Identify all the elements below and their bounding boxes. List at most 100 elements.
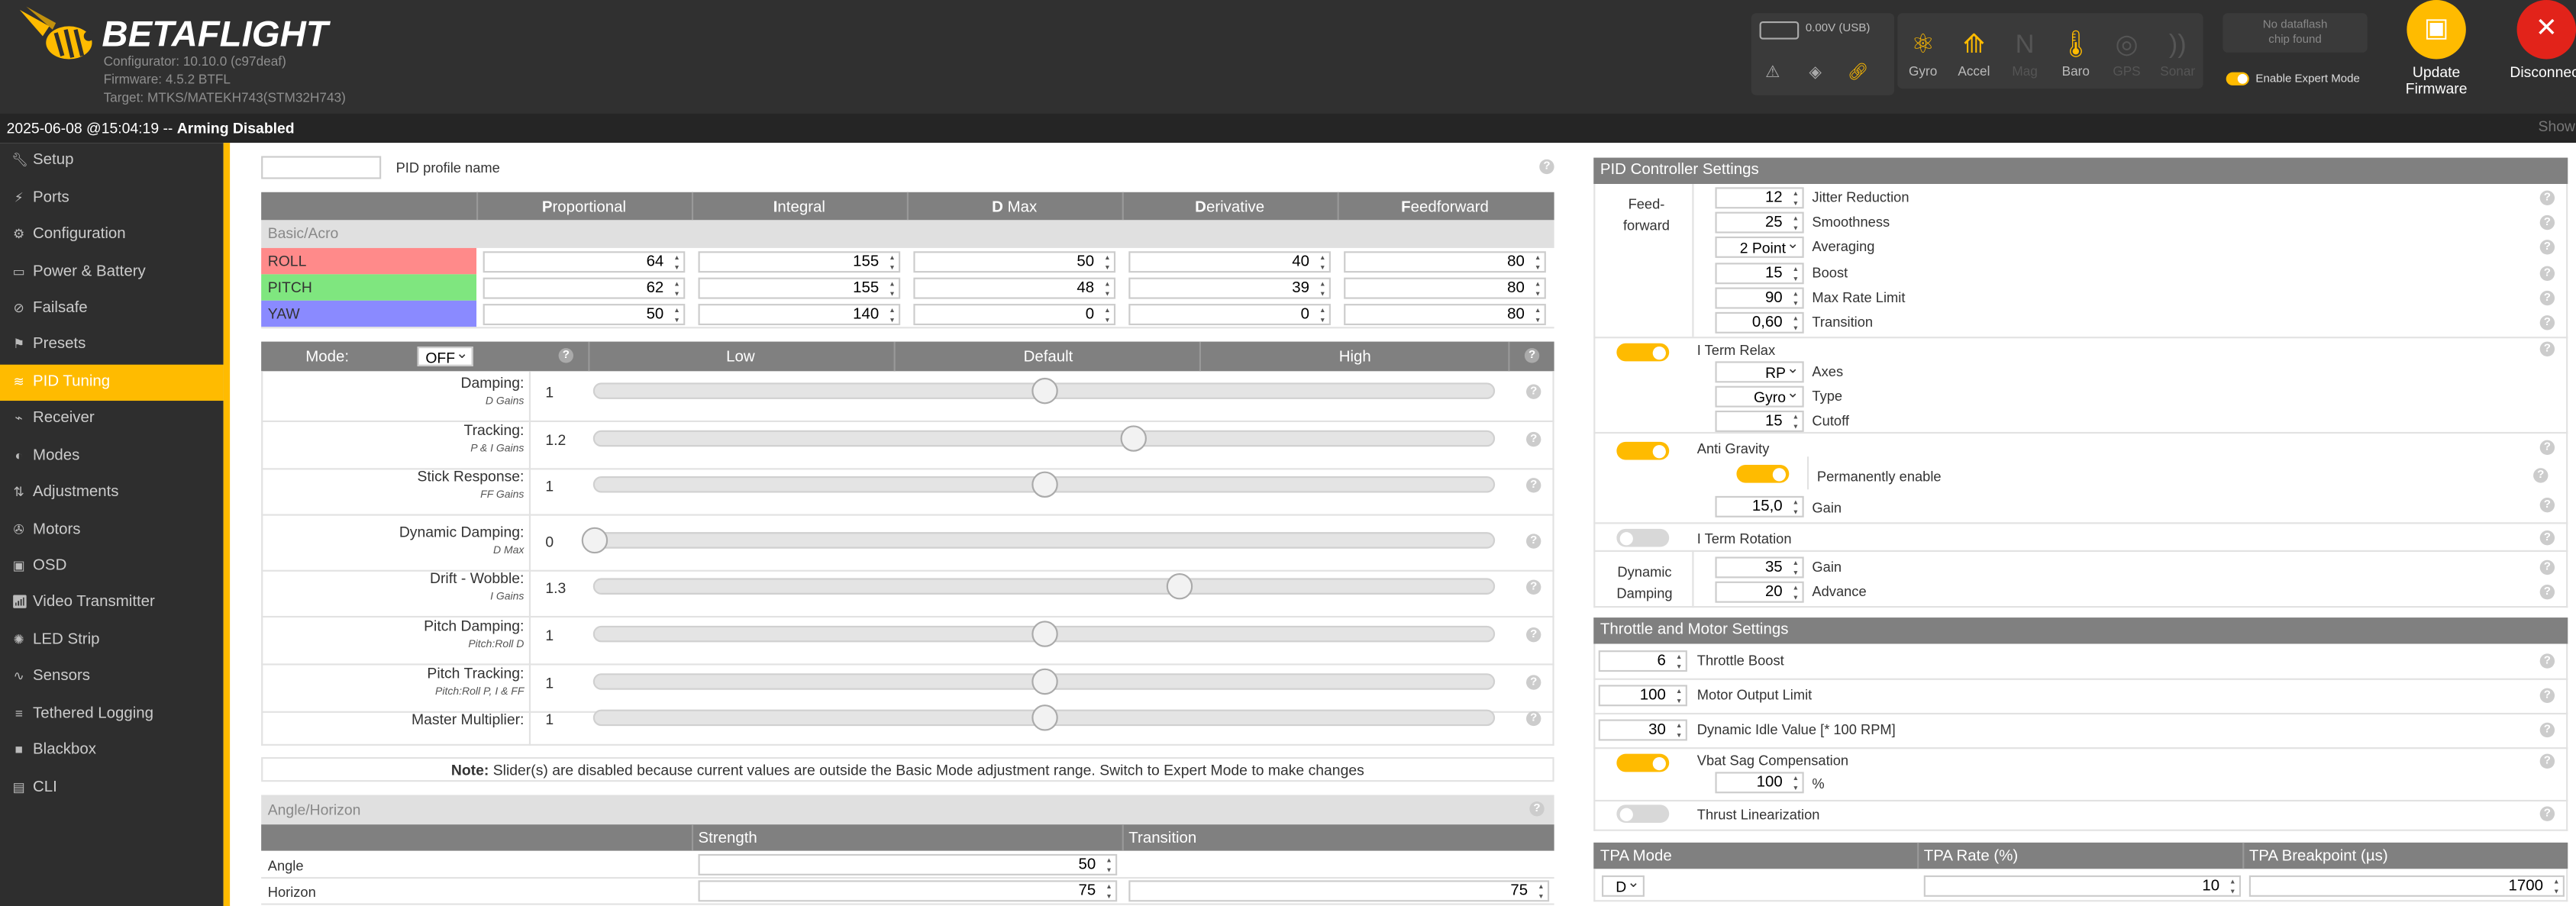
help-icon[interactable]: ? [1526, 478, 1541, 493]
slider-handle[interactable] [1031, 668, 1057, 695]
pid-input-pitch-0[interactable]: 62 [483, 277, 686, 299]
pid-input-yaw-4[interactable]: 80 [1344, 304, 1546, 326]
slider-track[interactable] [592, 621, 1496, 647]
slider-handle[interactable] [1031, 471, 1057, 498]
iterm-relax-toggle[interactable] [1616, 343, 1670, 362]
pid-input-pitch-1[interactable]: 155 [698, 277, 901, 299]
help-icon[interactable]: ? [2539, 265, 2555, 281]
slider-track[interactable] [592, 471, 1496, 498]
help-icon[interactable]: ? [2539, 806, 2555, 821]
slider-handle[interactable] [1031, 621, 1057, 647]
feedforward-max-rate-limit-input[interactable]: 90 [1715, 287, 1804, 309]
sidebar-item-led-strip[interactable]: ✺ LED Strip [0, 622, 224, 659]
sidebar-item-pid-tuning[interactable]: ≋ PID Tuning [0, 363, 224, 401]
tpa-breakpoint-input[interactable]: 1700 [2248, 875, 2565, 897]
disconnect-button[interactable]: ✕ Disconnect [2505, 0, 2576, 105]
permanently-enable-toggle[interactable] [1736, 464, 1790, 483]
angle-transition-input[interactable]: 75 [1128, 880, 1550, 902]
feedforward-averaging-input[interactable]: 2 Point [1715, 234, 1804, 259]
vbat-sag-toggle[interactable] [1616, 753, 1670, 772]
pid-input-roll-0[interactable]: 64 [483, 251, 686, 273]
sidebar-item-osd[interactable]: ▣ OSD [0, 548, 224, 585]
sidebar-item-presets[interactable]: ⚑ Presets [0, 327, 224, 364]
help-icon[interactable]: ? [2539, 497, 2555, 513]
sidebar-item-tethered-logging[interactable]: ≡ Tethered Logging [0, 695, 224, 732]
help-icon[interactable]: ? [1526, 534, 1541, 549]
sidebar-item-adjustments[interactable]: ⇅ Adjustments [0, 475, 224, 511]
mode-select[interactable]: OFF [417, 343, 473, 366]
pid-input-yaw-0[interactable]: 50 [483, 304, 686, 326]
sidebar-item-sensors[interactable]: ∿ Sensors [0, 659, 224, 695]
pid-profile-name-input[interactable] [261, 156, 382, 179]
slider-handle[interactable] [1031, 704, 1057, 731]
pid-input-yaw-1[interactable]: 140 [698, 304, 901, 326]
feedforward-jitter-reduction-input[interactable]: 12 [1715, 187, 1804, 209]
vbat-sag-input[interactable]: 100 [1715, 772, 1804, 794]
anti-gravity-toggle[interactable] [1616, 441, 1670, 460]
anti-gravity-gain-input[interactable]: 15,0 [1715, 495, 1804, 517]
sidebar-item-blackbox[interactable]: ■ Blackbox [0, 733, 224, 769]
sidebar-item-modes[interactable]: ◐ Modes [0, 437, 224, 474]
thrust-linearization-toggle[interactable] [1616, 804, 1670, 824]
expert-mode-toggle[interactable]: Enable Expert Mode [2226, 72, 2360, 85]
help-icon[interactable]: ? [2539, 530, 2555, 546]
slider-handle[interactable] [1031, 377, 1057, 405]
help-icon[interactable]: ? [2539, 440, 2555, 456]
slider-track[interactable] [592, 425, 1496, 452]
help-icon[interactable]: ? [2533, 468, 2549, 483]
tpa-mode-select[interactable]: D [1602, 872, 1645, 897]
help-icon[interactable]: ? [2539, 688, 2555, 703]
help-icon[interactable]: ? [1526, 431, 1541, 447]
update-firmware-button[interactable]: ▣ Update Firmware [2394, 0, 2479, 105]
expert-mode-switch[interactable] [2226, 72, 2249, 85]
help-icon[interactable]: ? [2539, 341, 2555, 356]
help-icon[interactable]: ? [1526, 711, 1541, 727]
help-icon[interactable]: ? [2539, 290, 2555, 305]
angle-strength-input[interactable]: 50 [698, 853, 1118, 875]
help-icon[interactable]: ? [1529, 801, 1545, 817]
slider-track[interactable] [592, 668, 1496, 695]
pid-input-roll-1[interactable]: 155 [698, 251, 901, 273]
help-icon[interactable]: ? [2539, 722, 2555, 738]
slider-track[interactable] [592, 704, 1496, 731]
sidebar-item-motors[interactable]: ✇ Motors [0, 511, 224, 548]
help-icon[interactable]: ? [2539, 315, 2555, 330]
help-icon[interactable]: ? [558, 348, 573, 363]
dynamic-damping-advance-input[interactable]: 20 [1715, 581, 1804, 603]
iterm-relax-axes-input[interactable]: RP [1715, 358, 1804, 383]
feedforward-transition-input[interactable]: 0,60 [1715, 311, 1804, 334]
pid-input-pitch-4[interactable]: 80 [1344, 277, 1546, 299]
slider-handle[interactable] [581, 527, 608, 554]
help-icon[interactable]: ? [2539, 585, 2555, 600]
help-icon[interactable]: ? [1539, 159, 1554, 175]
pid-input-yaw-3[interactable]: 0 [1128, 304, 1331, 326]
iterm-rotation-toggle[interactable] [1616, 528, 1670, 547]
pid-input-yaw-2[interactable]: 0 [913, 304, 1116, 326]
throttle-0-input[interactable]: 6 [1598, 650, 1687, 672]
help-icon[interactable]: ? [1526, 384, 1541, 399]
sidebar-item-configuration[interactable]: ⚙ Configuration [0, 217, 224, 253]
help-icon[interactable]: ? [1524, 348, 1540, 363]
slider-track[interactable] [592, 572, 1496, 600]
pid-input-roll-2[interactable]: 50 [913, 251, 1116, 273]
pid-input-roll-3[interactable]: 40 [1128, 251, 1331, 273]
help-icon[interactable]: ? [1526, 627, 1541, 643]
iterm-relax-type-input[interactable]: Gyro [1715, 382, 1804, 408]
sidebar-item-power-battery[interactable]: ▭ Power & Battery [0, 253, 224, 290]
dynamic-damping-gain-input[interactable]: 35 [1715, 556, 1804, 579]
sidebar-item-failsafe[interactable]: ⊘ Failsafe [0, 290, 224, 327]
feedforward-boost-input[interactable]: 15 [1715, 262, 1804, 284]
help-icon[interactable]: ? [2539, 653, 2555, 669]
slider-track[interactable] [581, 527, 1496, 554]
sidebar-item-video-transmitter[interactable]: 📶︎ Video Transmitter [0, 585, 224, 622]
angle-strength-input[interactable]: 75 [698, 880, 1118, 902]
pid-input-pitch-2[interactable]: 48 [913, 277, 1116, 299]
feedforward-smoothness-input[interactable]: 25 [1715, 211, 1804, 234]
help-icon[interactable]: ? [2539, 753, 2555, 769]
gps-lock-icon[interactable]: ◈ [1803, 59, 1829, 85]
iterm-relax-cutoff-input[interactable]: 15 [1715, 410, 1804, 432]
tpa-rate-input[interactable]: 10 [1923, 875, 2242, 897]
warning-icon[interactable]: ⚠ [1760, 59, 1786, 85]
throttle-1-input[interactable]: 100 [1598, 685, 1687, 707]
show-log-link[interactable]: Show [2539, 118, 2575, 135]
